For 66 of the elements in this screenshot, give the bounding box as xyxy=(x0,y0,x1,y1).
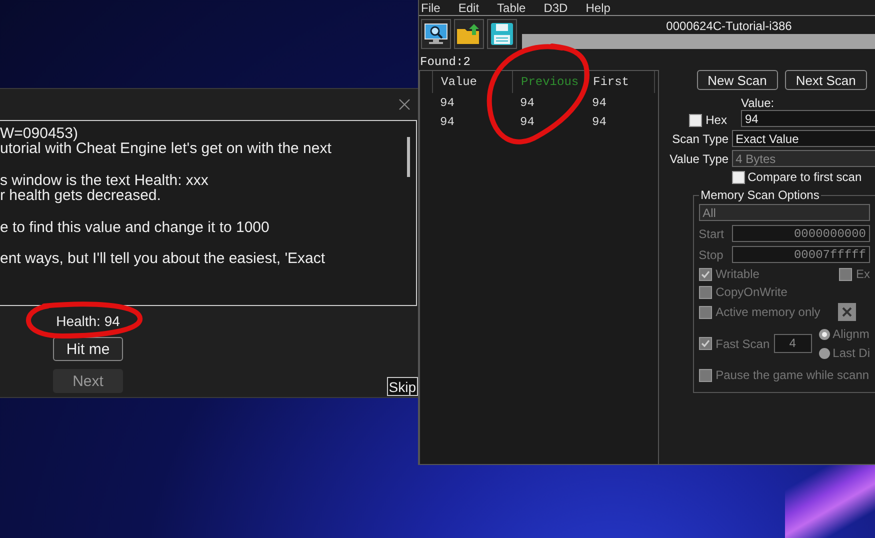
folder-arrow-icon xyxy=(456,22,482,46)
stop-address-field[interactable]: 00007fffff xyxy=(732,246,870,263)
column-header[interactable]: First xyxy=(585,71,655,93)
checkbox[interactable] xyxy=(698,286,712,298)
menu-item[interactable]: File xyxy=(421,0,440,14)
table-cell-text: 94 xyxy=(439,114,456,128)
health-label: Health: 94 xyxy=(56,313,120,329)
start-address-field[interactable]: 0000000000 xyxy=(732,225,870,242)
new-scan-button[interactable]: New Scan xyxy=(696,70,778,90)
value-type-label: Value Type xyxy=(668,152,729,166)
alignment-field[interactable]: 4 xyxy=(774,334,812,353)
stop-label: Stop xyxy=(698,248,724,262)
checkbox[interactable] xyxy=(838,268,852,280)
checkbox[interactable] xyxy=(698,337,712,350)
process-title: 0000624C-Tutorial-i386 xyxy=(665,19,793,33)
close-icon[interactable] xyxy=(399,98,410,110)
group-title: Memory Scan Options xyxy=(700,188,820,202)
radio-button[interactable] xyxy=(818,348,830,358)
close-icon xyxy=(842,307,852,317)
scan-type-label: Scan Type xyxy=(671,132,729,146)
value-field[interactable]: 94 xyxy=(740,110,875,127)
compare-label: Compare to first scan xyxy=(748,170,862,184)
dropdown[interactable]: Exact Value xyxy=(732,130,875,147)
value-label: Value: xyxy=(740,96,776,110)
checkbox[interactable] xyxy=(688,114,702,127)
instruction-paragraph: ent ways, but I'll tell you about the easiest, 'Exact xyxy=(0,251,326,267)
active-memory-label: Active memory only xyxy=(716,305,820,319)
hex-label: Hex xyxy=(706,113,727,127)
radio-button[interactable] xyxy=(818,328,830,340)
checkbox[interactable] xyxy=(698,268,712,280)
radio-label: Last Di xyxy=(832,346,870,360)
process-button[interactable] xyxy=(421,19,451,49)
menu-item[interactable]: D3D xyxy=(544,0,568,14)
checkbox[interactable] xyxy=(732,170,745,184)
instruction-paragraph: e to find this value and change it to 1000 xyxy=(0,220,270,236)
instruction-paragraph: s window is the text Health: xxx r health gets decreased. xyxy=(0,172,210,204)
save-button[interactable] xyxy=(487,19,517,49)
start-label: Start xyxy=(698,226,725,240)
region-dropdown[interactable]: All xyxy=(698,204,870,221)
menu-item[interactable]: Table xyxy=(497,0,526,14)
table-cell-text: 94 xyxy=(519,96,536,110)
radio-label: Alignm xyxy=(832,327,870,341)
scrollbar-thumb[interactable] xyxy=(407,136,410,177)
copy-on-write-label: CopyOnWrite xyxy=(716,285,788,299)
next-scan-button[interactable]: Next Scan xyxy=(784,70,867,90)
table-cell-text: 94 xyxy=(439,96,456,110)
monitor-magnifier-icon xyxy=(423,22,449,46)
table-cell-text: 94 xyxy=(591,96,608,110)
column-header[interactable]: Value xyxy=(433,71,513,93)
writable-label: Writable xyxy=(716,267,760,281)
menu-item[interactable]: Help xyxy=(586,0,610,14)
fast-scan-label: Fast Scan xyxy=(716,336,770,350)
clear-button[interactable] xyxy=(838,303,856,321)
column-header[interactable]: Previous xyxy=(513,71,585,93)
menu-item[interactable]: Edit xyxy=(458,0,480,14)
instruction-paragraph: W=090453) utorial with Cheat Engine let's get on with the next xyxy=(0,126,332,157)
hit-me-button[interactable]: Hit me xyxy=(53,337,123,361)
checkbox[interactable] xyxy=(698,368,712,382)
table-cell-text: 94 xyxy=(519,114,536,128)
skip-button[interactable]: Skip xyxy=(386,377,418,396)
checkbox[interactable] xyxy=(698,306,712,318)
pause-label: Pause the game while scann xyxy=(716,368,870,382)
found-count: Found:2 xyxy=(420,55,470,69)
table-cell-text: 94 xyxy=(591,114,608,128)
open-button[interactable] xyxy=(454,19,484,49)
executable-label: Ex xyxy=(856,267,870,281)
